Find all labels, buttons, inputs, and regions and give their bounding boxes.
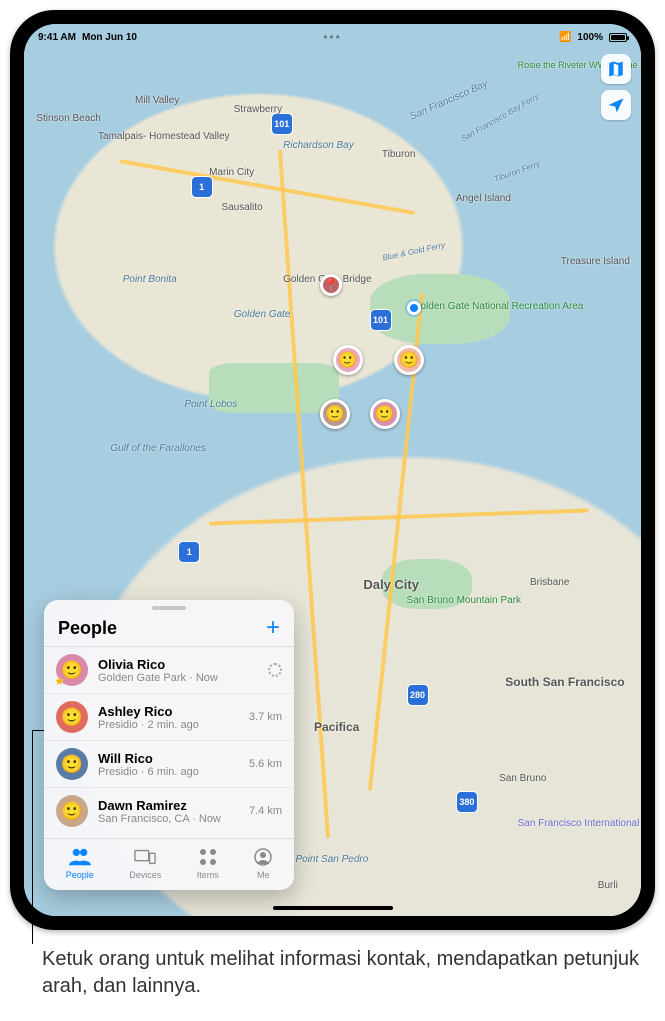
road [118, 159, 414, 215]
map-label: Golden Gate [234, 309, 291, 320]
map-label: Daly City [363, 577, 419, 592]
map-label: Brisbane [530, 577, 569, 588]
person-distance: 5.6 km [249, 758, 282, 770]
tab-label: Me [257, 870, 270, 880]
battery-pct: 100% [577, 32, 603, 43]
person-name: Ashley Rico [98, 704, 239, 719]
avatar: 🙂★ [56, 654, 88, 686]
caption-text: Ketuk orang untuk melihat informasi kont… [42, 946, 645, 1000]
route-shield-1: 1 [191, 176, 213, 198]
map-label: Gulf of the Farallones [110, 443, 206, 454]
favorite-star-icon: ★ [54, 674, 65, 688]
map-label: San Francisco Bay Ferry [460, 92, 541, 144]
map-label: Angel Island [456, 193, 511, 204]
avatar: 🙂 [56, 701, 88, 733]
people-panel: People + 🙂★ Olivia Rico Golden Gate Park… [44, 600, 294, 890]
locate-icon [607, 96, 625, 114]
home-indicator[interactable] [273, 906, 393, 910]
map-avatar[interactable]: 🙂 [320, 399, 350, 429]
map-label: Blue & Gold Ferry [382, 240, 446, 262]
map-label: San Francisco Bay [408, 79, 489, 123]
person-row[interactable]: 🙂 Will Rico Presidio · 6 min. ago 5.6 km [44, 740, 294, 787]
person-sub: Golden Gate Park · Now [98, 672, 258, 684]
multitask-indicator[interactable]: ••• [323, 30, 342, 44]
map-label: Strawberry [234, 104, 282, 115]
status-time: 9:41 AM [38, 32, 76, 43]
tab-me[interactable]: Me [254, 847, 272, 880]
panel-tabs: People Devices Items Me [44, 838, 294, 890]
map-avatar[interactable]: 🙂 [370, 399, 400, 429]
map-label: Sausalito [221, 202, 262, 213]
status-date: Mon Jun 10 [82, 32, 137, 43]
callout-line [32, 730, 33, 944]
map-label: Tiburon Ferry [493, 159, 541, 184]
items-icon [199, 847, 217, 867]
map-label: San Francisco International Airport [518, 818, 641, 829]
map-label: Tiburon [382, 149, 416, 160]
people-list: 🙂★ Olivia Rico Golden Gate Park · Now 🙂 … [44, 646, 294, 838]
person-row[interactable]: 🙂 Ashley Rico Presidio · 2 min. ago 3.7 … [44, 693, 294, 740]
person-row[interactable]: 🙂 Dawn Ramirez San Francisco, CA · Now 7… [44, 787, 294, 834]
route-shield-280: 280 [407, 684, 429, 706]
map-label: Stinson Beach [36, 113, 101, 124]
person-sub: Presidio · 6 min. ago [98, 766, 239, 778]
map-label: Burli [598, 880, 618, 891]
person-row[interactable]: 🙂★ Olivia Rico Golden Gate Park · Now [44, 646, 294, 693]
map-avatar[interactable]: 🙂 [333, 345, 363, 375]
person-name: Will Rico [98, 751, 239, 766]
map-mode-button[interactable] [601, 54, 631, 84]
map-label: San Bruno Mountain Park [407, 595, 522, 606]
tab-people[interactable]: People [66, 847, 94, 880]
avatar: 🙂 [56, 795, 88, 827]
map-label: South San Francisco [505, 675, 624, 689]
locate-button[interactable] [601, 90, 631, 120]
map-label: Point Bonita [123, 274, 177, 285]
add-person-button[interactable]: + [266, 616, 280, 640]
ipad-frame: 1 1 101 101 280 380 Mill Valley Tamalpai… [10, 10, 655, 930]
tab-label: People [66, 870, 94, 880]
tab-label: Items [197, 870, 219, 880]
route-shield-1: 1 [178, 541, 200, 563]
map-avatar[interactable]: 📍 [320, 274, 342, 296]
tab-devices[interactable]: Devices [129, 847, 161, 880]
loading-spinner-icon [268, 663, 282, 677]
map-label: Richardson Bay [283, 140, 354, 151]
map-icon [607, 60, 625, 78]
person-sub: San Francisco, CA · Now [98, 813, 239, 825]
map-label: Tamalpais- Homestead Valley [98, 131, 230, 142]
panel-grabber[interactable] [152, 606, 186, 610]
map-label: Treasure Island [561, 256, 630, 267]
screen: 1 1 101 101 280 380 Mill Valley Tamalpai… [24, 24, 641, 916]
panel-title: People [58, 618, 117, 639]
map-label: Pacifica [314, 720, 359, 734]
person-sub: Presidio · 2 min. ago [98, 719, 239, 731]
map-label: Marin City [209, 167, 254, 178]
person-name: Dawn Ramirez [98, 798, 239, 813]
user-location-dot[interactable] [407, 301, 421, 315]
avatar: 🙂 [56, 748, 88, 780]
me-icon [254, 847, 272, 867]
people-icon [69, 847, 91, 867]
map-label: San Bruno [499, 773, 546, 784]
route-shield-101: 101 [370, 309, 392, 331]
person-name: Olivia Rico [98, 657, 258, 672]
route-shield-101: 101 [271, 113, 293, 135]
map-avatar[interactable]: 🙂 [394, 345, 424, 375]
tab-label: Devices [129, 870, 161, 880]
map-label: Mill Valley [135, 95, 179, 106]
map-label: Point San Pedro [295, 854, 368, 865]
wifi-icon: 📶 [559, 32, 571, 43]
devices-icon [134, 847, 156, 867]
map-label: Point Lobos [184, 399, 237, 410]
map-label: Golden Gate National Recreation Area [413, 301, 584, 312]
route-shield-380: 380 [456, 791, 478, 813]
battery-icon [609, 33, 627, 42]
person-distance: 3.7 km [249, 711, 282, 723]
tab-items[interactable]: Items [197, 847, 219, 880]
person-distance: 7.4 km [249, 805, 282, 817]
map-controls [601, 54, 631, 120]
